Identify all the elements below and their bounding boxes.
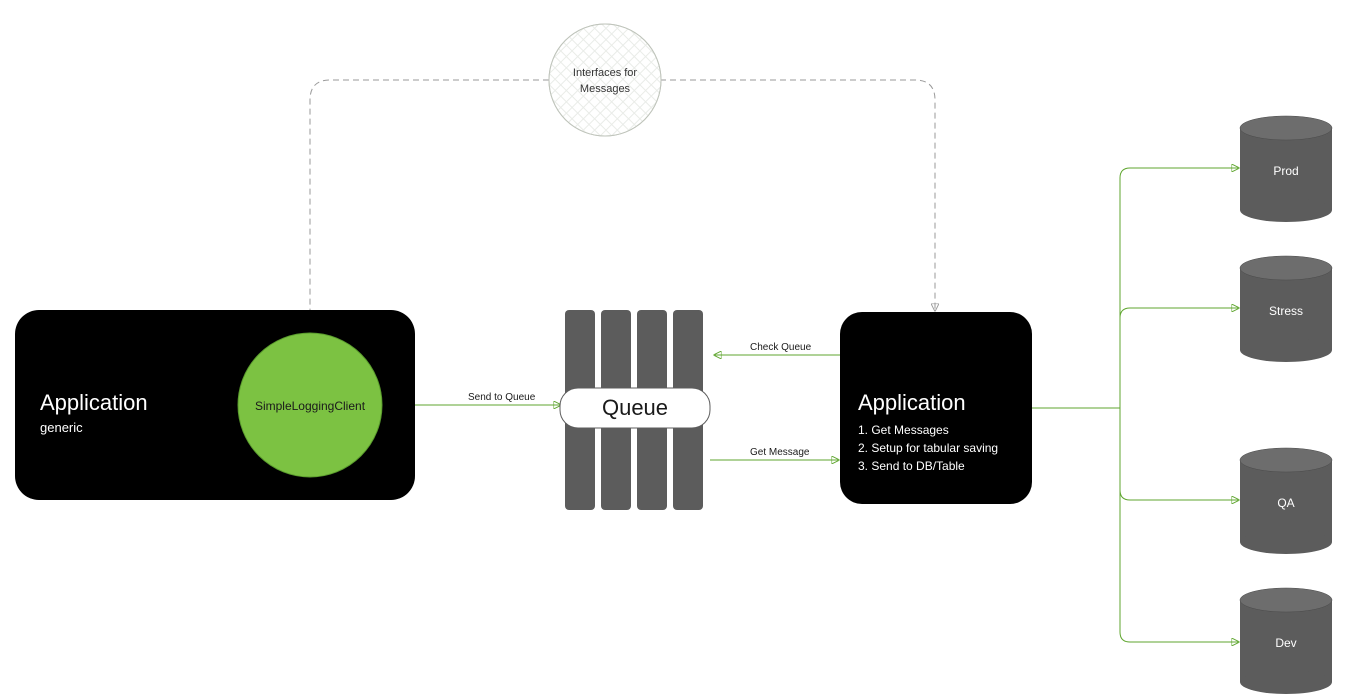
edge-check-label: Check Queue [750,342,812,353]
db-stress: Stress [1240,256,1332,362]
app-left: Application generic SimpleLoggingClient [15,310,415,500]
edge-send-label: Send to Queue [468,392,536,403]
edge-to-qa [1032,408,1238,500]
app-right: Application 1. Get Messages 2. Setup for… [840,312,1032,504]
app-right-l3: 3. Send to DB/Table [858,459,965,473]
queue-node: Queue [560,310,710,510]
interfaces-node: Interfaces for Messages [549,24,661,136]
edge-to-dev [1032,408,1238,642]
db-prod-label: Prod [1273,164,1298,178]
edge-to-stress [1032,308,1238,408]
app-right-l2: 2. Setup for tabular saving [858,441,998,455]
app-left-title: Application [40,390,148,415]
db-qa-label: QA [1277,496,1294,510]
queue-label: Queue [602,395,668,420]
db-dev: Dev [1240,588,1332,694]
db-dev-label: Dev [1275,636,1296,650]
interfaces-line2: Messages [580,83,631,95]
db-prod: Prod [1240,116,1332,222]
db-stress-label: Stress [1269,304,1303,318]
interfaces-line1: Interfaces for [573,67,638,79]
app-left-client: SimpleLoggingClient [255,399,366,413]
edge-interfaces-left [310,80,549,320]
app-left-sub: generic [40,420,83,435]
edge-to-prod [1032,168,1238,408]
db-qa: QA [1240,448,1332,554]
edge-get-label: Get Message [750,447,810,458]
app-right-l1: 1. Get Messages [858,423,949,437]
app-right-title: Application [858,390,966,415]
edge-interfaces-right [660,80,935,310]
